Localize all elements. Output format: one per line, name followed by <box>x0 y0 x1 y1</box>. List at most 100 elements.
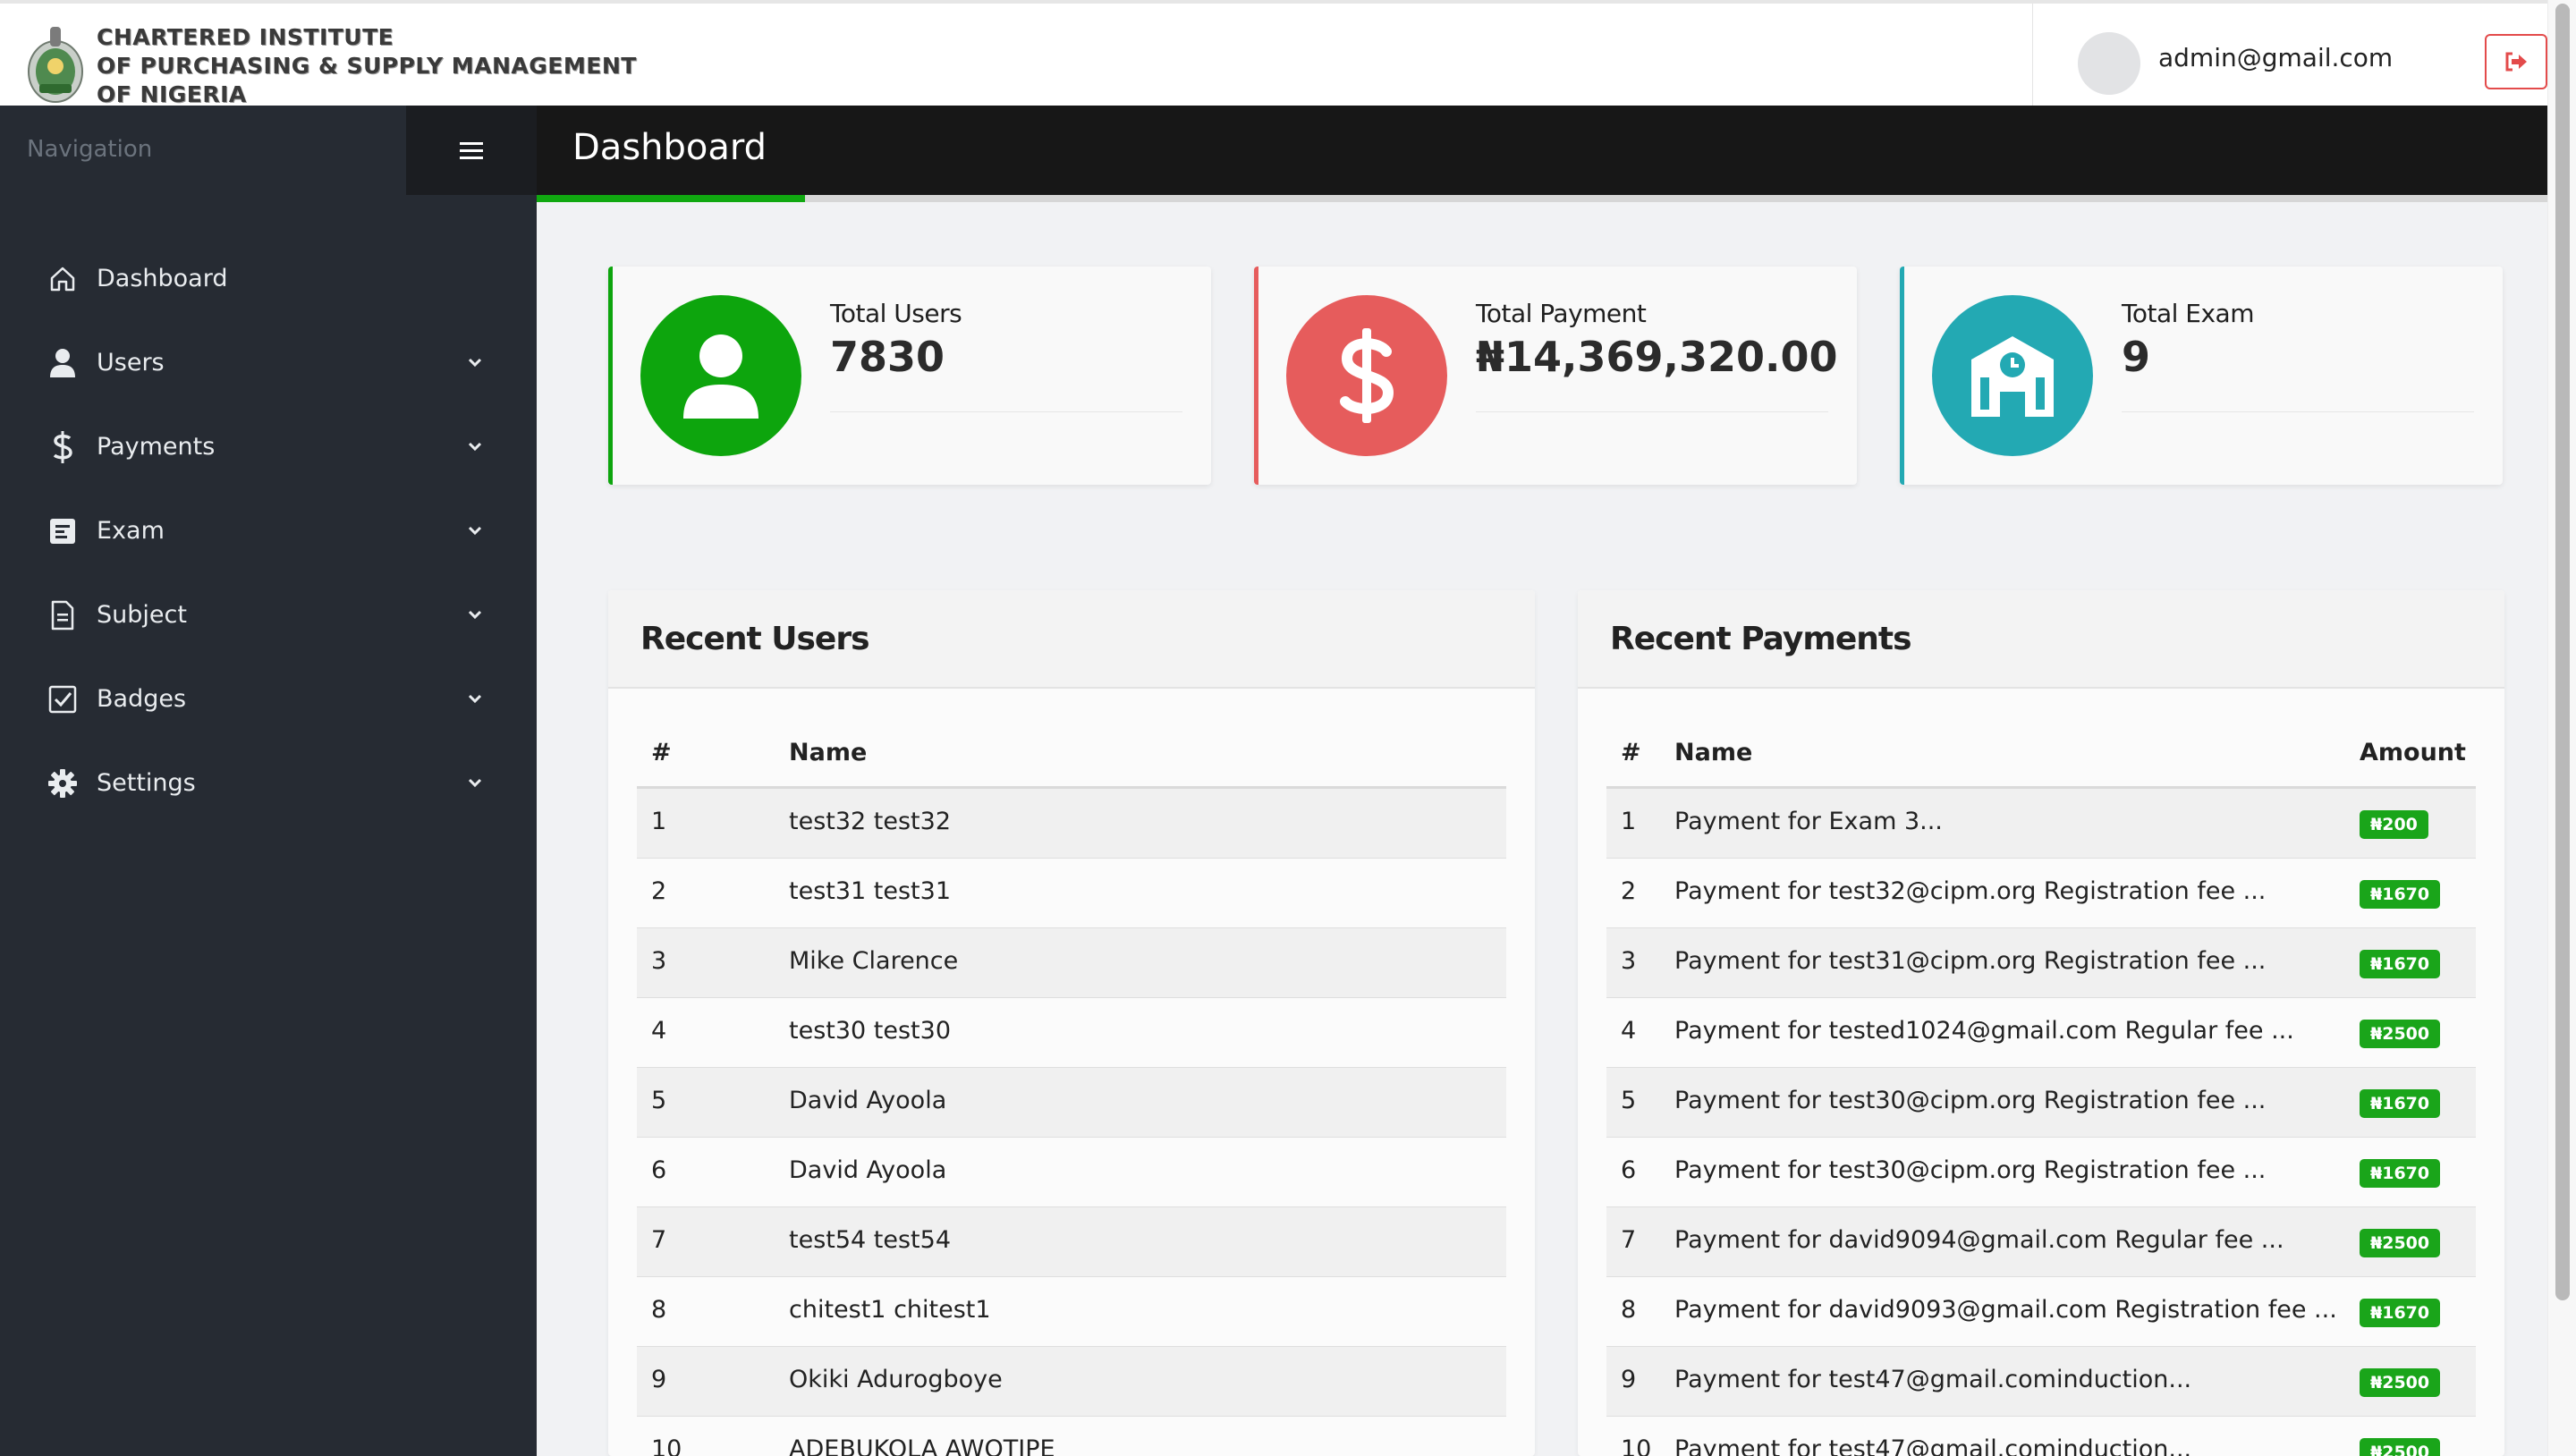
scrollbar-thumb[interactable] <box>2555 4 2570 1300</box>
brand-logo[interactable]: CHARTERED INSTITUTE OF PURCHASING & SUPP… <box>23 20 637 109</box>
stat-label: Total Exam <box>2122 299 2255 328</box>
column-header: Name <box>1674 739 1753 766</box>
payment-description: Payment for david9094@gmail.com Regular … <box>1674 1226 2284 1254</box>
sidebar-item-label: Payments <box>97 433 216 461</box>
row-index: 7 <box>651 1226 667 1254</box>
school-icon <box>1971 336 2054 417</box>
sidebar-item-label: Settings <box>97 769 196 797</box>
row-index: 5 <box>651 1087 667 1114</box>
stat-icon-circle <box>1932 295 2093 456</box>
sidebar-item-label: Subject <box>97 601 187 629</box>
column-header: # <box>1621 739 1641 766</box>
amount-badge: ₦1670 <box>2360 1159 2441 1188</box>
table-row[interactable]: 7 Payment for david9094@gmail.com Regular… <box>1606 1207 2476 1277</box>
table-row[interactable]: 1 Payment for Exam 3... ₦200 <box>1606 789 2476 859</box>
card-accent-bar <box>1900 267 1904 485</box>
stat-divider <box>1476 411 1828 412</box>
document-icon <box>47 599 79 631</box>
payment-description: Payment for Exam 3... <box>1674 808 1943 835</box>
checkbox-icon <box>47 683 79 715</box>
table-row[interactable]: 8 chitest1 chitest1 <box>637 1277 1506 1347</box>
table-header: # Name Amount <box>1606 715 2476 789</box>
sidebar-item-users[interactable]: Users <box>0 322 537 406</box>
user-name: David Ayoola <box>789 1156 947 1184</box>
table-row[interactable]: 9 Okiki Adurogboye <box>637 1347 1506 1417</box>
chevron-down-icon <box>468 526 482 536</box>
sidebar-item-label: Users <box>97 349 165 377</box>
column-header: Name <box>789 739 868 766</box>
amount-badge: ₦200 <box>2360 810 2428 839</box>
sidebar-item-payments[interactable]: Payments <box>0 406 537 490</box>
page-header: Dashboard <box>537 106 2547 195</box>
row-index: 3 <box>651 947 667 975</box>
panel-title: Recent Payments <box>1610 621 1912 657</box>
table-row[interactable]: 3 Mike Clarence <box>637 928 1506 998</box>
nav-heading: Navigation <box>0 106 406 195</box>
sidebar-item-badges[interactable]: Badges <box>0 658 537 742</box>
user-name: chitest1 chitest1 <box>789 1296 991 1324</box>
table-header: # Name <box>637 715 1506 789</box>
recent-users-panel: Recent Users # Name 1 test32 test32 2 test3… <box>608 590 1535 1456</box>
table-row[interactable]: 3 Payment for test31@cipm.org Registratio… <box>1606 928 2476 998</box>
brand-line-1: CHARTERED INSTITUTE <box>97 24 394 50</box>
table-row[interactable]: 1 test32 test32 <box>637 789 1506 859</box>
stat-value: 9 <box>2122 333 2151 381</box>
table-row[interactable]: 10 ADEBUKOLA AWOTIPE <box>637 1417 1506 1456</box>
table-row[interactable]: 6 Payment for test30@cipm.org Registratio… <box>1606 1138 2476 1207</box>
table-row[interactable]: 4 Payment for tested1024@gmail.com Regula… <box>1606 998 2476 1068</box>
amount-badge: ₦2500 <box>2360 1229 2441 1257</box>
user-name: Okiki Adurogboye <box>789 1366 1003 1393</box>
recent-users-table: # Name 1 test32 test32 2 test31 test31 3 Mike… <box>637 715 1506 1456</box>
row-index: 8 <box>651 1296 667 1324</box>
table-row[interactable]: 5 David Ayoola <box>637 1068 1506 1138</box>
sidebar-item-exam[interactable]: Exam <box>0 490 537 574</box>
table-row[interactable]: 7 test54 test54 <box>637 1207 1506 1277</box>
row-index: 9 <box>651 1366 667 1393</box>
card-accent-bar <box>1254 267 1258 485</box>
table-row[interactable]: 4 test30 test30 <box>637 998 1506 1068</box>
table-body: 1 Payment for Exam 3... ₦200 2 Payment for t… <box>1606 789 2476 1456</box>
table-row[interactable]: 9 Payment for test47@gmail.cominduction..… <box>1606 1347 2476 1417</box>
row-index: 5 <box>1621 1087 1637 1114</box>
exam-icon <box>47 515 79 547</box>
user-name: test31 test31 <box>789 877 951 905</box>
sidebar-item-settings[interactable]: Settings <box>0 742 537 826</box>
crest-icon <box>28 27 83 103</box>
sidebar-item-subject[interactable]: Subject <box>0 574 537 658</box>
page-title: Dashboard <box>572 127 767 168</box>
sidebar-item-dashboard[interactable]: Dashboard <box>0 238 537 322</box>
user-name: David Ayoola <box>789 1087 947 1114</box>
user-menu[interactable]: admin@gmail.com <box>2032 4 2576 109</box>
amount-badge: ₦1670 <box>2360 1299 2441 1327</box>
user-icon <box>47 347 79 379</box>
logout-button[interactable] <box>2485 34 2547 89</box>
table-row[interactable]: 8 Payment for david9093@gmail.com Registr… <box>1606 1277 2476 1347</box>
sidebar-nav: Dashboard Users Payments Exam Subject Ba… <box>0 238 537 826</box>
column-header: # <box>651 739 672 766</box>
table-row[interactable]: 6 David Ayoola <box>637 1138 1506 1207</box>
amount-badge: ₦1670 <box>2360 950 2441 978</box>
avatar[interactable] <box>2078 32 2140 95</box>
row-index: 4 <box>1621 1017 1637 1045</box>
table-row[interactable]: 2 Payment for test32@cipm.org Registratio… <box>1606 859 2476 928</box>
stat-icon-circle <box>640 295 801 456</box>
user-name: test54 test54 <box>789 1226 951 1254</box>
stat-value: ₦14,369,320.00 <box>1476 333 1838 381</box>
hamburger-icon <box>460 142 483 159</box>
page-scrollbar[interactable] <box>2547 0 2576 1456</box>
table-row[interactable]: 2 test31 test31 <box>637 859 1506 928</box>
chevron-down-icon <box>468 610 482 620</box>
card-accent-bar <box>608 267 613 485</box>
menu-toggle-button[interactable] <box>406 106 537 195</box>
table-body: 1 test32 test32 2 test31 test31 3 Mike Claren… <box>637 789 1506 1456</box>
row-index: 2 <box>1621 877 1637 905</box>
amount-badge: ₦2500 <box>2360 1368 2441 1397</box>
title-divider-accent <box>537 195 805 202</box>
table-row[interactable]: 10 Payment for test47@gmail.cominduction.… <box>1606 1417 2476 1456</box>
payment-description: Payment for tested1024@gmail.com Regular… <box>1674 1017 2294 1045</box>
row-index: 3 <box>1621 947 1637 975</box>
nav-heading-label: Navigation <box>27 136 153 163</box>
user-email[interactable]: admin@gmail.com <box>2158 43 2393 72</box>
user-icon <box>683 334 758 419</box>
table-row[interactable]: 5 Payment for test30@cipm.org Registratio… <box>1606 1068 2476 1138</box>
